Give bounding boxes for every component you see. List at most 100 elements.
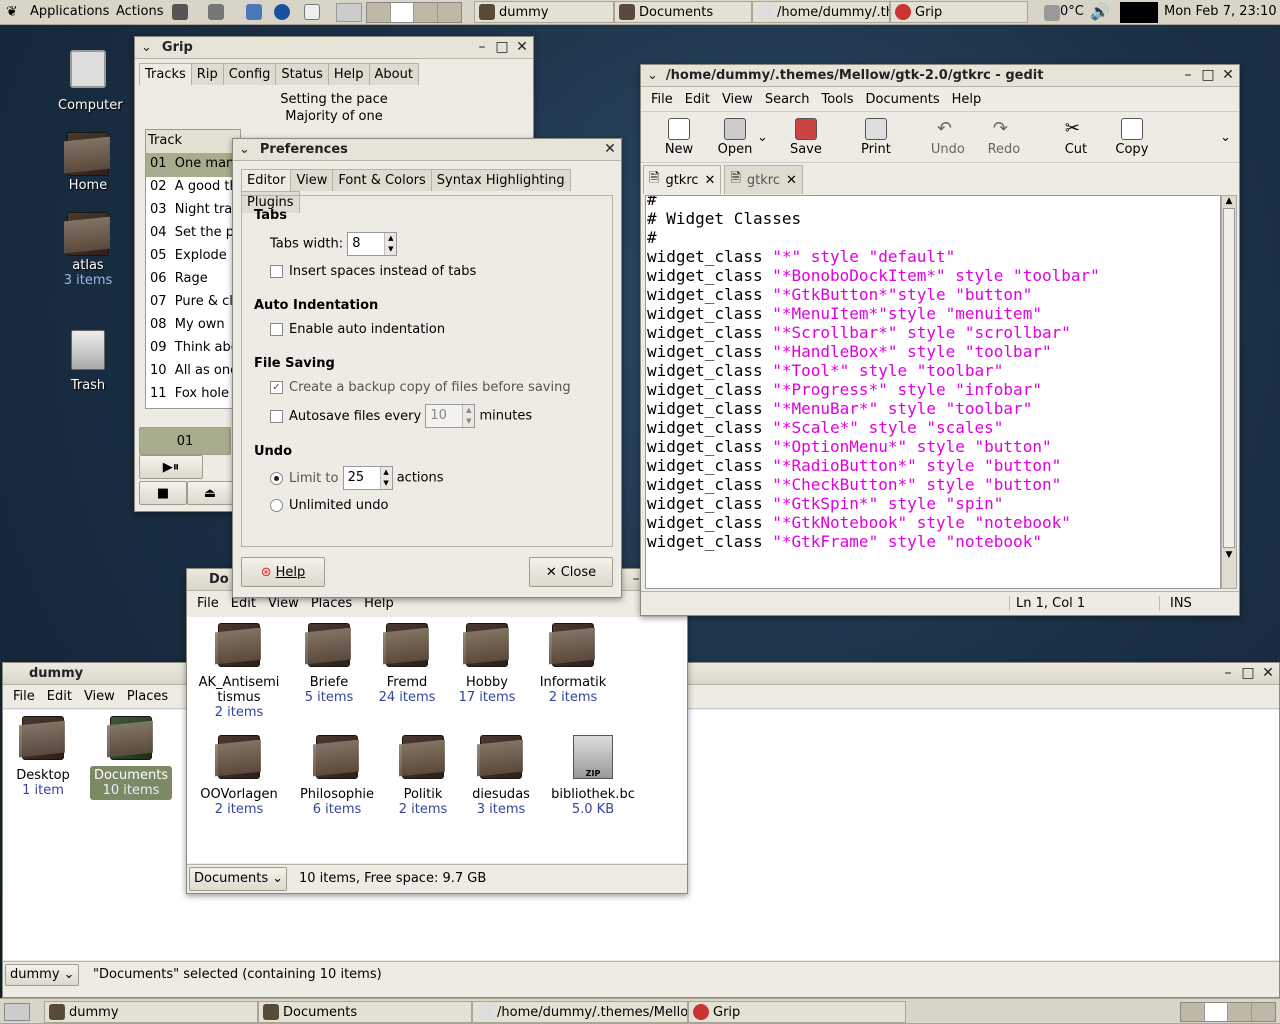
track-column-header[interactable]: Track [146,130,240,154]
auto-indent-checkbox[interactable]: Enable auto indentation [270,320,600,340]
toolbar-overflow-chevron-icon[interactable]: ⌄ [1220,130,1231,145]
workspace-switcher[interactable] [366,2,462,23]
window-menu-icon[interactable]: ⌄ [647,68,658,83]
menu-help[interactable]: Help [946,92,988,107]
file-item-desktop[interactable]: Desktop 1 item [0,716,93,798]
spin-arrows-icon[interactable]: ▲ ▼ [384,233,397,255]
menu-file[interactable]: File [645,92,679,107]
track-row[interactable]: 09 Think abo [146,338,240,361]
gedit-titlebar[interactable]: ⌄ /home/dummy/.themes/Mellow/gtk-2.0/gtkr… [641,65,1239,87]
preferences-titlebar[interactable]: ⌄ Preferences ✕ [233,139,621,161]
print-button[interactable]: Print [848,117,904,157]
undo-button[interactable]: ↶ Undo [920,118,976,157]
monitor-applet[interactable] [1120,2,1158,23]
window-menu-icon[interactable]: ⌄ [141,40,152,55]
minimize-button[interactable]: – [473,39,491,55]
autosave-spinner[interactable]: 10 ▲ ▼ [425,404,476,428]
tab-gtkrc-inactive[interactable]: 🗎 gtkrc ✕ [724,165,803,194]
file-item-diesudas[interactable]: diesudas 3 items [451,735,551,817]
autosave-checkbox[interactable]: Autosave files every [270,409,421,424]
tabs-width-spinner[interactable]: 8 ▲ ▼ [347,232,398,256]
track-row[interactable]: 02 A good th [146,177,240,200]
tab-about[interactable]: About [368,63,419,85]
weather-icon[interactable] [1044,5,1060,21]
bottom-taskbar-documents[interactable]: Documents [258,1001,472,1023]
taskbar-item-gedit[interactable]: /home/dummy/.th [752,1,890,23]
tab-rip[interactable]: Rip [190,63,224,85]
tab-gtkrc-active[interactable]: 🗎 gtkrc ✕ [643,165,722,194]
close-button[interactable]: ✕ [1219,67,1237,83]
scroll-up-icon[interactable]: ▲ [1222,196,1236,206]
desktop-icon-home[interactable]: Home [58,132,118,193]
track-row[interactable]: 04 Set the p [146,223,240,246]
applications-menu[interactable]: Applications [24,4,115,19]
play-pause-button[interactable]: ▶⏸ [139,455,203,479]
backup-checkbox[interactable]: ✓ Create a backup copy of files before sa… [270,378,600,398]
gnome-foot-icon[interactable]: ❦ [6,4,18,20]
launcher-icon[interactable] [172,4,188,20]
open-recent-chevron-icon[interactable]: ⌄ [757,130,768,145]
close-button[interactable]: ✕ [513,39,531,55]
volume-icon[interactable]: 🔊 [1090,2,1110,21]
tab-status[interactable]: Status [275,63,329,85]
file-item-hobby[interactable]: Hobby 17 items [437,623,537,705]
menu-edit[interactable]: Edit [41,689,78,704]
workspace-switcher[interactable] [1180,1002,1276,1022]
help-button[interactable]: ⊛ Help [241,557,325,587]
save-button[interactable]: Save [778,117,834,157]
unlimited-undo-radio[interactable]: Unlimited undo [270,496,600,516]
track-row[interactable]: 06 Rage [146,269,240,292]
spin-arrows-icon[interactable]: ▲ ▼ [462,405,475,427]
bottom-taskbar-gedit[interactable]: /home/dummy/.themes/Mellow [472,1001,688,1023]
taskbar-item-documents[interactable]: Documents [614,1,752,23]
limit-undo-radio[interactable]: Limit to [270,471,338,486]
clock[interactable]: Mon Feb 7, 23:10 [1164,4,1277,19]
tab-view[interactable]: View [290,169,334,191]
show-desktop-button[interactable] [4,1003,30,1021]
close-tab-icon[interactable]: ✕ [705,173,716,188]
taskbar-item-grip[interactable]: Grip [890,1,1028,23]
close-dialog-button[interactable]: ✕ Close [529,557,613,587]
scroll-down-icon[interactable]: ▼ [1222,550,1236,560]
menu-search[interactable]: Search [759,92,816,107]
file-item-bibliothek[interactable]: ZIP bibliothek.bc 5.0 KB [543,735,643,817]
track-row[interactable]: 03 Night trai [146,200,240,223]
tab-config[interactable]: Config [222,63,277,85]
menu-file[interactable]: File [7,689,41,704]
desktop-icon-computer[interactable]: Computer [58,50,123,113]
close-tab-icon[interactable]: ✕ [786,173,797,188]
terminal-launcher-icon[interactable] [208,4,224,20]
undo-limit-spinner[interactable]: 25 ▲ ▼ [342,466,393,490]
menu-edit[interactable]: Edit [679,92,716,107]
stop-button[interactable]: ■ [139,481,187,505]
cut-button[interactable]: ✂ Cut [1048,118,1104,157]
file-item-ak-antisemitismus[interactable]: AK_Antisemi tismus 2 items [189,623,289,720]
spin-arrows-icon[interactable]: ▲ ▼ [379,467,392,489]
tab-font-colors[interactable]: Font & Colors [332,169,432,191]
tab-syntax-highlighting[interactable]: Syntax Highlighting [430,169,571,191]
tab-help[interactable]: Help [327,63,370,85]
file-item-oovorlagen[interactable]: OOVorlagen 2 items [189,735,289,817]
desktop-icon-trash[interactable]: Trash [58,330,118,393]
menu-places[interactable]: Places [121,689,174,704]
tab-tracks[interactable]: Tracks [139,63,192,85]
menu-tools[interactable]: Tools [815,92,859,107]
close-button[interactable]: ✕ [601,141,619,157]
file-item-documents[interactable]: Documents 10 items [81,716,181,800]
minimize-button[interactable]: – [1219,665,1237,681]
show-desktop-button[interactable] [336,3,362,22]
copy-button[interactable]: Copy [1104,117,1160,157]
bottom-taskbar-dummy[interactable]: dummy [44,1001,258,1023]
redo-button[interactable]: ↷ Redo [976,118,1032,157]
menu-documents[interactable]: Documents [860,92,946,107]
close-button[interactable]: ✕ [1259,665,1277,681]
insert-spaces-checkbox[interactable]: Insert spaces instead of tabs [270,262,600,282]
file-item-philosophie[interactable]: Philosophie 6 items [287,735,387,817]
vertical-scrollbar[interactable]: ▲ ▼ [1221,195,1237,589]
taskbar-item-dummy[interactable]: dummy [474,1,614,23]
track-row[interactable]: 08 My own [146,315,240,338]
maximize-button[interactable]: □ [493,39,511,55]
menu-file[interactable]: File [191,596,225,611]
track-row[interactable]: 11 Fox hole [146,384,240,407]
window-menu-icon[interactable]: ⌄ [239,142,250,157]
